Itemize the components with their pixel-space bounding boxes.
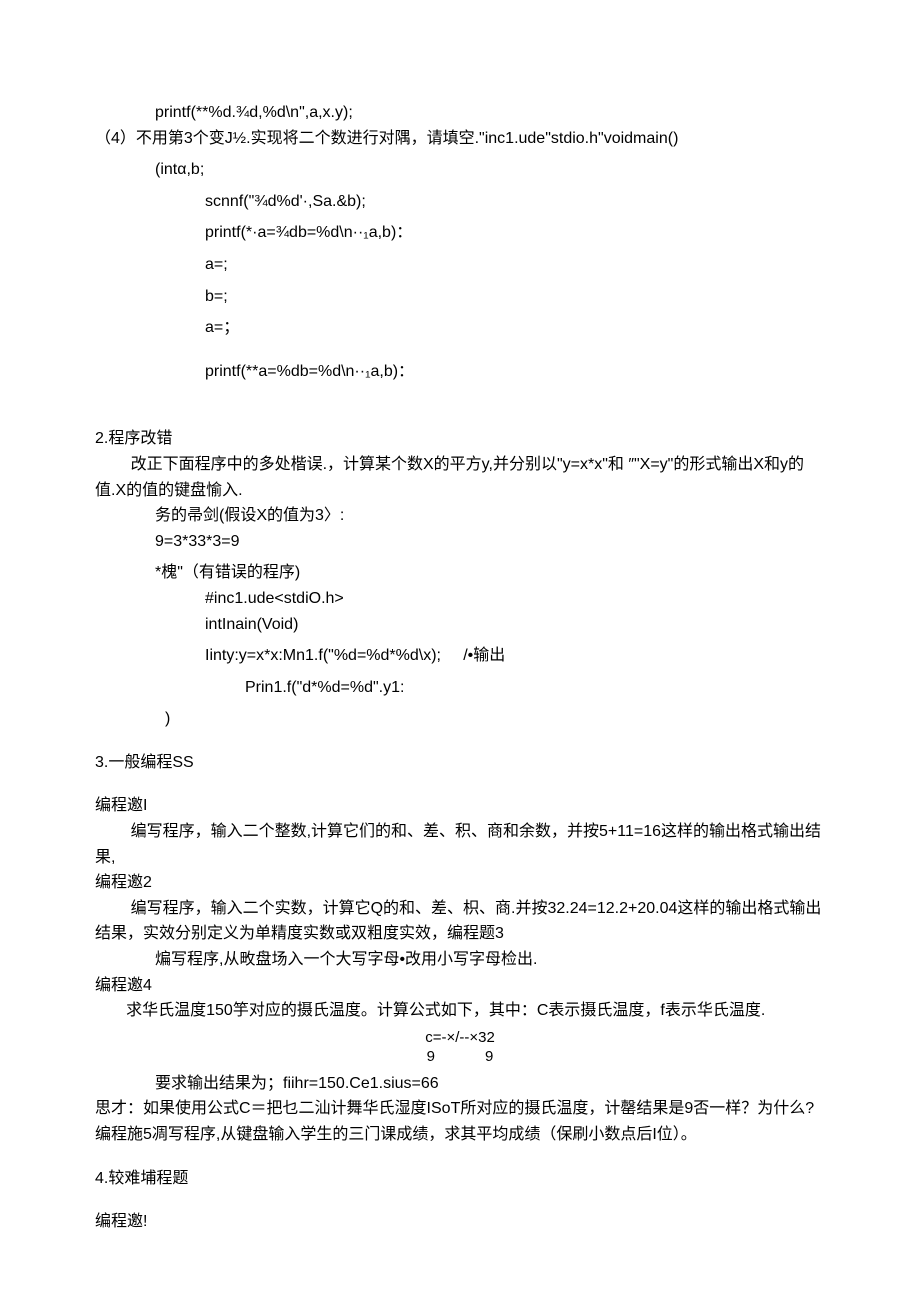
code-line: scnnf("¾d%d'·,Sa.&b);	[95, 189, 825, 215]
code-line: b=;	[95, 284, 825, 310]
section-4-title: 4.较难埔程题	[95, 1166, 825, 1192]
code-line: printf(**a=%db=%d\n··₁a,b)：	[95, 359, 825, 385]
prog-task-2-desc: 编写程序，输入二个实数，计算它Q的和、差、枳、商.并按32.24=12.2+20…	[95, 896, 825, 947]
prog-task-5-desc: 编程施5凋写程序,从键盘输入学生的三门课成绩，求其平均成绩（保刷小数点后I位）。	[95, 1122, 825, 1148]
prog-task-2-title: 编程邀2	[95, 870, 825, 896]
code-line: a=;	[95, 252, 825, 278]
section-2-desc: 改正下面程序中的多处楷误.，计算某个数X的平方y,并分别以"y=x*x"和 ″"…	[95, 452, 825, 503]
prog-task-4-title: 编程邀4	[95, 973, 825, 999]
prog-task-1-title: 编程邀I	[95, 793, 825, 819]
formula-line-2: 9 9	[95, 1047, 825, 1067]
code-line: printf(**%d.¾d,%d\n",a,x.y);	[95, 100, 825, 126]
prog-task-4-desc: 求华氏温度150竽对应的摄氏温度。计算公式如下，其中：C表示摄氏温度，f表示华氏…	[95, 998, 825, 1024]
thinking-prompt: 思才：如果使用公式C＝把乜二汕计舞华氏湿度ISoT所对应的摄氏温度，计罄结果是9…	[95, 1096, 825, 1122]
problem-4-text: （4）不用第3个变J½.实现将二个数进行对隅，请填空."inc1.ude"std…	[95, 126, 825, 152]
section-2-title: 2.程序改错	[95, 426, 825, 452]
code-line: Prin1.f("d*%d=%d".y1:	[95, 675, 825, 701]
example-output: 9=3*33*3=9	[95, 529, 825, 555]
bad-source-label: *槐"（有错误的程序)	[95, 560, 825, 586]
code-line: printf(*·a=¾db=%d\n··₁a,b)：	[95, 220, 825, 246]
section-3-title: 3.一般编程SS	[95, 750, 825, 776]
code-line: Iinty:y=x*x:Mn1.f("%d=%d*%d\x); /•输出	[95, 643, 825, 669]
code-line: )	[95, 706, 825, 732]
code-line: intInain(Void)	[95, 612, 825, 638]
prog-hard-task-title: 编程邀!	[95, 1209, 825, 1235]
expected-output: 要求输出结果为；fiihr=150.Ce1.sius=66	[95, 1071, 825, 1097]
prog-task-3-desc: 煸写程序,从畋盘场入一个大写字母•改用小写字母检出.	[95, 947, 825, 973]
formula-block: c=-×/--×32 9 9	[95, 1028, 825, 1067]
prog-task-1-desc: 编写程序，输入二个整数,计算它们的和、差、积、商和余数，并按5+11=16这样的…	[95, 819, 825, 870]
example-label: 务的帚剑(假设X的值为3〉:	[95, 503, 825, 529]
code-line: (intα,b;	[95, 157, 825, 183]
code-line: a=；	[95, 315, 825, 341]
code-line: #inc1.ude<stdiO.h>	[95, 586, 825, 612]
formula-line-1: c=-×/--×32	[95, 1028, 825, 1048]
